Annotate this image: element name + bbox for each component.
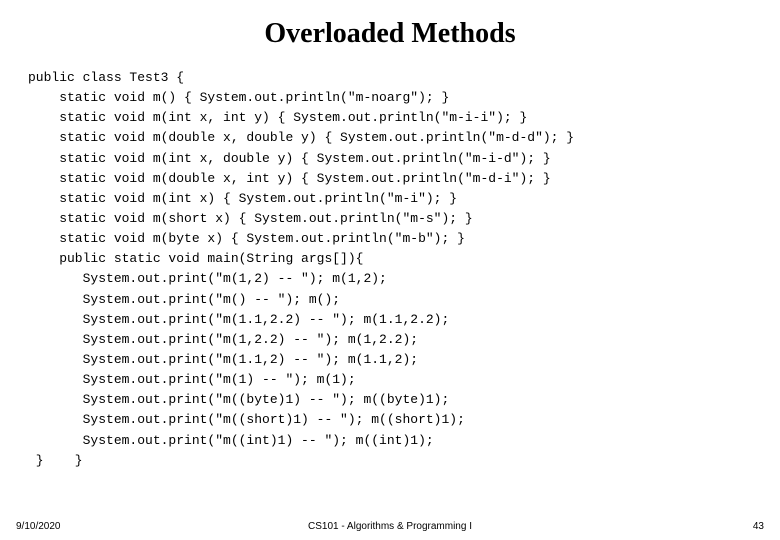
code-line: public static void main(String args[]){: [28, 251, 363, 266]
slide: Overloaded Methods public class Test3 { …: [0, 0, 780, 540]
code-line: System.out.print("m() -- "); m();: [28, 292, 340, 307]
code-line: System.out.print("m(1.1,2) -- "); m(1.1,…: [28, 352, 418, 367]
code-line: static void m(int x, double y) { System.…: [28, 151, 551, 166]
footer-page-number: 43: [753, 521, 764, 532]
code-line: static void m(double x, double y) { Syst…: [28, 130, 574, 145]
code-line: System.out.print("m(1,2.2) -- "); m(1,2.…: [28, 332, 418, 347]
code-line: } }: [28, 453, 83, 468]
slide-title: Overloaded Methods: [28, 18, 752, 50]
code-line: System.out.print("m((int)1) -- "); m((in…: [28, 433, 434, 448]
code-line: static void m(int x) { System.out.printl…: [28, 191, 457, 206]
code-line: static void m(double x, int y) { System.…: [28, 171, 551, 186]
footer-course: CS101 - Algorithms & Programming I: [308, 521, 472, 532]
code-line: static void m(int x, int y) { System.out…: [28, 110, 527, 125]
code-line: System.out.print("m(1,2) -- "); m(1,2);: [28, 271, 387, 286]
code-line: System.out.print("m((short)1) -- "); m((…: [28, 412, 465, 427]
code-line: static void m() { System.out.println("m-…: [28, 90, 449, 105]
code-block: public class Test3 { static void m() { S…: [28, 68, 752, 471]
code-line: System.out.print("m(1) -- "); m(1);: [28, 372, 356, 387]
footer-date: 9/10/2020: [16, 521, 61, 532]
code-line: System.out.print("m((byte)1) -- "); m((b…: [28, 392, 449, 407]
code-line: static void m(byte x) { System.out.print…: [28, 231, 465, 246]
code-line: static void m(short x) { System.out.prin…: [28, 211, 473, 226]
code-line: public class Test3 {: [28, 70, 184, 85]
code-line: System.out.print("m(1.1,2.2) -- "); m(1.…: [28, 312, 449, 327]
